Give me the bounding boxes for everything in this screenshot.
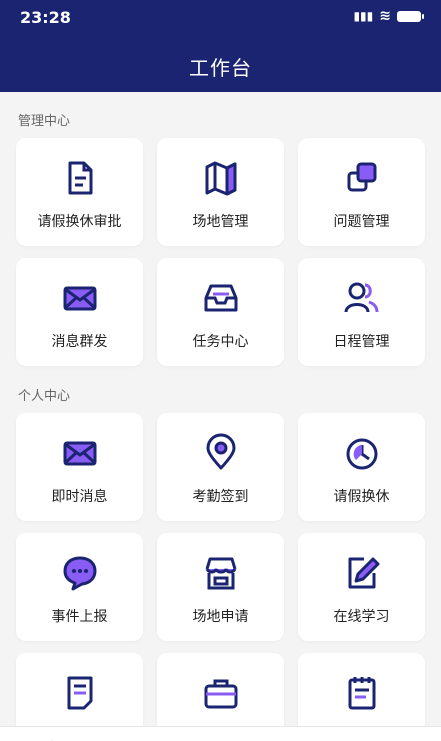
form-icon [67, 676, 92, 710]
wifi-icon: ≋ [379, 8, 391, 24]
tile-label: 任务中心 [192, 334, 249, 350]
tab-message-icon[interactable] [122, 735, 142, 741]
tile-task-center[interactable]: 任务中心 [157, 258, 284, 366]
tile-label: 请假换休 [333, 489, 390, 505]
copy-icon [347, 162, 376, 192]
notepad-icon [348, 677, 375, 710]
tile-broadcast-message[interactable]: 消息群发 [16, 258, 143, 366]
mail-icon [63, 286, 96, 311]
tile-label: 请假换休审批 [37, 214, 122, 230]
tile-event-report[interactable]: 事件上报 [16, 533, 143, 641]
tile-venue-application[interactable]: 场地申请 [157, 533, 284, 641]
tab-profile-icon[interactable] [380, 735, 400, 741]
tab-contacts-icon[interactable] [298, 735, 318, 741]
mail-icon [63, 441, 96, 466]
tile-label: 问题管理 [333, 214, 390, 230]
clock-icon [346, 438, 377, 470]
tile-label: 即时消息 [51, 489, 108, 505]
tile-online-learning[interactable]: 在线学习 [298, 533, 425, 641]
tab-workbench-icon[interactable] [210, 735, 230, 741]
status-bar: 23:28 ▮▮▮ ≋ [20, 8, 424, 28]
bottom-tab-bar [0, 726, 441, 741]
status-time: 23:28 [20, 8, 71, 27]
tile-label: 事件上报 [51, 609, 108, 625]
battery-icon [397, 10, 424, 22]
tile-label: 场地管理 [192, 214, 249, 230]
tile-venue-management[interactable]: 场地管理 [157, 138, 284, 246]
tile-leave-approval[interactable]: 请假换休审批 [16, 138, 143, 246]
tile-instant-message[interactable]: 即时消息 [16, 413, 143, 521]
signal-icon: ▮▮▮ [353, 9, 374, 23]
tile-schedule-management[interactable]: 日程管理 [298, 258, 425, 366]
app-header: 23:28 ▮▮▮ ≋ 工作台 [0, 0, 441, 92]
users-icon [344, 282, 378, 313]
inbox-icon [204, 284, 237, 312]
location-icon [206, 433, 235, 470]
briefcase-icon [204, 679, 237, 709]
tile-label: 在线学习 [333, 609, 390, 625]
document-icon [68, 161, 92, 195]
tile-label: 场地申请 [192, 609, 249, 625]
tab-home-icon[interactable] [42, 735, 62, 741]
tile-label: 日程管理 [333, 334, 390, 350]
tile-attendance-checkin[interactable]: 考勤签到 [157, 413, 284, 521]
edit-icon [348, 557, 379, 589]
tile-label: 消息群发 [51, 334, 108, 350]
tile-leave-request[interactable]: 请假换休 [298, 413, 425, 521]
status-icons: ▮▮▮ ≋ [353, 8, 424, 24]
section-label-personal: 个人中心 [18, 389, 71, 404]
tile-label: 考勤签到 [192, 489, 249, 505]
map-icon [205, 161, 236, 196]
chat-icon [63, 556, 96, 591]
page-title: 工作台 [189, 56, 252, 80]
store-icon [205, 557, 236, 590]
tile-issue-management[interactable]: 问题管理 [298, 138, 425, 246]
section-label-manage: 管理中心 [18, 114, 71, 129]
